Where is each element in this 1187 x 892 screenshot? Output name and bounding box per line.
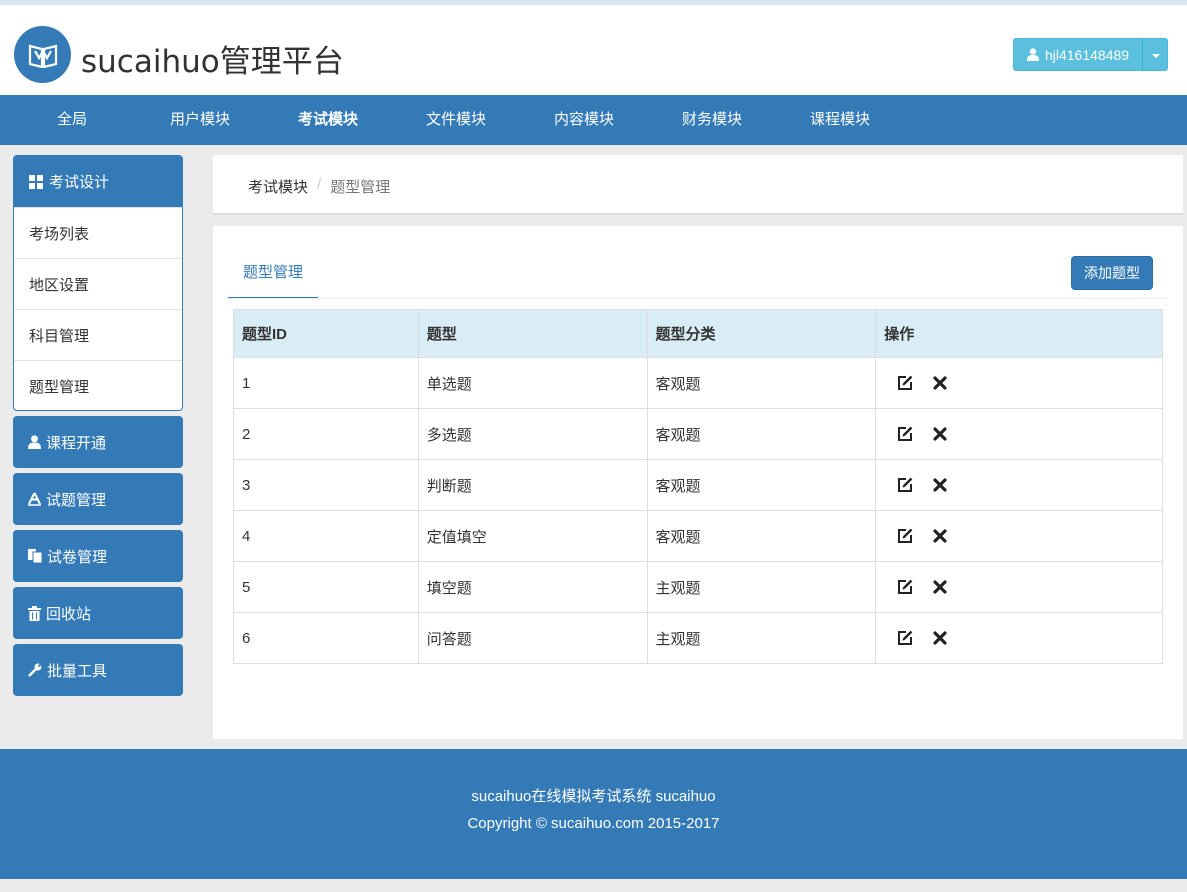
sidebar-item-question-types[interactable]: 题型管理: [14, 360, 182, 410]
sidebar-item-subjects[interactable]: 科目管理: [14, 309, 182, 360]
add-question-type-button[interactable]: 添加题型: [1071, 256, 1153, 290]
username: hjl416148489: [1044, 46, 1130, 63]
sidebar-head-label: 考试设计: [49, 174, 110, 191]
cell-id: 6: [233, 612, 419, 664]
grid-icon: [29, 174, 43, 189]
footer-system-name: sucaihuo在线模拟考试系统 sucaihuo: [471, 788, 716, 805]
trash-icon: [28, 605, 41, 621]
table-header-row: 题型ID 题型 题型分类 操作: [233, 309, 1163, 358]
logo[interactable]: [14, 26, 71, 83]
wrench-icon: [28, 663, 42, 677]
cell-actions: [875, 612, 1163, 664]
nav-item-global[interactable]: 全局: [8, 95, 136, 145]
cell-category: 主观题: [646, 612, 877, 664]
nav-item-exam[interactable]: 考试模块: [264, 95, 392, 145]
cell-id: 2: [233, 408, 419, 460]
table-row: 4 定值填空 客观题: [233, 510, 1163, 562]
column-header-type: 题型: [417, 309, 648, 358]
cell-category: 客观题: [646, 357, 877, 409]
delete-icon[interactable]: [931, 629, 949, 647]
edit-icon[interactable]: [896, 476, 914, 494]
cell-id: 4: [233, 510, 419, 562]
cell-id: 1: [233, 357, 419, 409]
tab-divider: [228, 298, 1168, 299]
user-dropdown-toggle[interactable]: [1142, 38, 1168, 71]
nav-item-users[interactable]: 用户模块: [136, 95, 264, 145]
table-row: 2 多选题 客观题: [233, 408, 1163, 460]
breadcrumb-box: 考试模块 / 题型管理: [213, 155, 1183, 215]
nav-item-courses[interactable]: 课程模块: [776, 95, 904, 145]
cell-actions: [875, 357, 1163, 409]
table-row: 1 单选题 客观题: [233, 357, 1163, 409]
column-header-actions: 操作: [875, 309, 1163, 358]
delete-icon[interactable]: [931, 527, 949, 545]
column-header-category: 题型分类: [646, 309, 877, 358]
cell-type: 多选题: [417, 408, 648, 460]
sidebar-button-label: 试卷管理: [47, 548, 108, 566]
breadcrumb: 考试模块 / 题型管理: [248, 176, 390, 197]
cell-type: 单选题: [417, 357, 648, 409]
question-type-table: 题型ID 题型 题型分类 操作 1 单选题 客观题 2 多选题 客观题 3 判断题 客观题 4 定值…: [233, 309, 1163, 664]
sidebar-item-exam-rooms[interactable]: 考场列表: [14, 207, 182, 258]
delete-icon[interactable]: [931, 425, 949, 443]
copy-icon: [28, 549, 42, 563]
tab-question-types[interactable]: 题型管理: [228, 251, 318, 299]
table-row: 3 判断题 客观题: [233, 459, 1163, 511]
main-nav: 全局 用户模块 考试模块 文件模块 内容模块 财务模块 课程模块: [0, 95, 1187, 145]
user-menu-button[interactable]: hjl416148489: [1013, 38, 1143, 71]
sidebar-button-label: 回收站: [46, 605, 92, 623]
edit-icon[interactable]: [896, 527, 914, 545]
cell-type: 定值填空: [417, 510, 648, 562]
cell-actions: [875, 408, 1163, 460]
sidebar-button-recycle-bin[interactable]: 回收站: [13, 587, 183, 639]
sidebar-button-label: 批量工具: [47, 662, 108, 680]
breadcrumb-parent[interactable]: 考试模块: [248, 176, 308, 197]
sidebar-button-course-open[interactable]: 课程开通: [13, 416, 183, 468]
edit-icon[interactable]: [896, 629, 914, 647]
sidebar-button-questions[interactable]: 试题管理: [13, 473, 183, 525]
text-icon: [28, 492, 41, 506]
breadcrumb-current: 题型管理: [330, 179, 391, 196]
header: sucaihuo管理平台 hjl416148489: [0, 5, 1187, 95]
cell-id: 3: [233, 459, 419, 511]
nav-item-finance[interactable]: 财务模块: [648, 95, 776, 145]
main-panel: 题型管理 添加题型 题型ID 题型 题型分类 操作 1 单选题 客观题 2 多选题 客观题…: [213, 226, 1183, 739]
cell-id: 5: [233, 561, 419, 613]
cell-category: 主观题: [646, 561, 877, 613]
book-logo-icon: [28, 44, 58, 68]
cell-category: 客观题: [646, 459, 877, 511]
nav-item-files[interactable]: 文件模块: [392, 95, 520, 145]
brand-title: sucaihuo管理平台: [81, 44, 344, 80]
cell-actions: [875, 459, 1163, 511]
sidebar-item-regions[interactable]: 地区设置: [14, 258, 182, 309]
cell-type: 问答题: [417, 612, 648, 664]
footer: sucaihuo在线模拟考试系统 sucaihuo Copyright © su…: [0, 749, 1187, 879]
delete-icon[interactable]: [931, 578, 949, 596]
cell-actions: [875, 561, 1163, 613]
sidebar-head[interactable]: 考试设计: [14, 156, 182, 207]
nav-item-content[interactable]: 内容模块: [520, 95, 648, 145]
cell-category: 客观题: [646, 510, 877, 562]
edit-icon[interactable]: [896, 374, 914, 392]
sidebar-button-batch-tools[interactable]: 批量工具: [13, 644, 183, 696]
sidebar-button-label: 课程开通: [46, 434, 107, 452]
table-row: 5 填空题 主观题: [233, 561, 1163, 613]
cell-type: 判断题: [417, 459, 648, 511]
cell-category: 客观题: [646, 408, 877, 460]
footer-copyright: Copyright © sucaihuo.com 2015-2017: [467, 815, 720, 832]
edit-icon[interactable]: [896, 425, 914, 443]
sidebar-button-label: 试题管理: [46, 491, 107, 509]
sidebar-exam-design: 考试设计 考场列表 地区设置 科目管理 题型管理: [13, 155, 183, 411]
breadcrumb-separator: /: [317, 176, 322, 193]
delete-icon[interactable]: [931, 476, 949, 494]
cell-type: 填空题: [417, 561, 648, 613]
column-header-id: 题型ID: [233, 309, 419, 358]
user-icon: [1026, 48, 1039, 61]
user-icon: [28, 435, 41, 449]
sidebar-button-papers[interactable]: 试卷管理: [13, 530, 183, 582]
edit-icon[interactable]: [896, 578, 914, 596]
delete-icon[interactable]: [931, 374, 949, 392]
table-row: 6 问答题 主观题: [233, 612, 1163, 664]
cell-actions: [875, 510, 1163, 562]
